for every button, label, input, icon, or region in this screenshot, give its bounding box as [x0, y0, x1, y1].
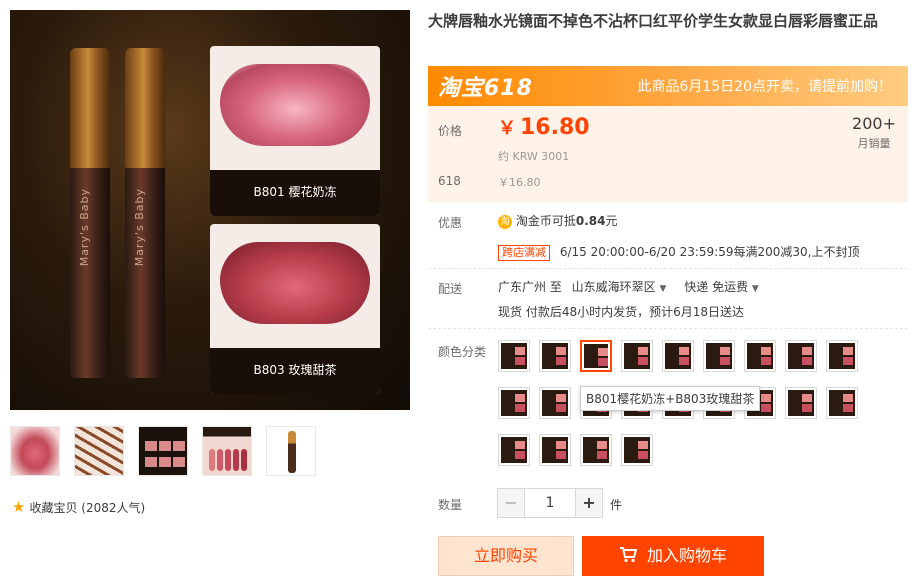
quantity-stepper: − + — [497, 488, 603, 518]
thumbnail[interactable] — [202, 426, 252, 476]
sku-label: 颜色分类 — [438, 345, 487, 359]
add-to-cart-button[interactable]: 加入购物车 — [582, 536, 764, 576]
buy-now-button[interactable]: 立即购买 — [438, 536, 574, 576]
thumbnail[interactable] — [138, 426, 188, 476]
decrease-button[interactable]: − — [497, 488, 525, 518]
sku-option[interactable] — [826, 387, 858, 419]
brand-text: Mary's Baby — [78, 188, 91, 267]
lipstick-tube-right: Mary's Baby — [125, 48, 165, 378]
promo-notice: 此商品6月15日20点开卖，请提前加购！ — [637, 79, 892, 95]
orig-price: ￥16.80 — [498, 176, 541, 189]
cross-store-tag[interactable]: 跨店满减 — [498, 245, 550, 261]
brand-text: Mary's Baby — [133, 188, 146, 267]
thumbnail[interactable] — [10, 426, 60, 476]
price-label: 价格 — [438, 124, 463, 138]
chevron-down-icon: ▼ — [751, 284, 759, 294]
sku-option[interactable] — [580, 340, 612, 372]
coin-offer: 淘 淘金币可抵0.84元 — [498, 212, 898, 229]
sku-option[interactable] — [498, 434, 530, 466]
lips-swatch-image — [220, 242, 370, 324]
swatch-label: B801 樱花奶冻 — [253, 185, 337, 199]
shipping-label: 配送 — [438, 282, 463, 296]
main-product-image[interactable]: Mary's Baby Mary's Baby B801 樱花奶冻 B803 玫… — [10, 10, 410, 410]
sku-option[interactable] — [826, 340, 858, 372]
favorite-text: 收藏宝贝 (2082人气) — [29, 501, 146, 515]
sku-option[interactable] — [785, 387, 817, 419]
thumbnail[interactable] — [74, 426, 124, 476]
chevron-down-icon: ▼ — [659, 284, 667, 294]
favorite-link[interactable]: ★ 收藏宝贝 (2082人气) — [12, 499, 145, 516]
lipstick-tube-left: Mary's Baby — [70, 48, 110, 378]
promo-banner: 淘宝618 此商品6月15日20点开卖，请提前加购！ — [428, 66, 908, 106]
thumbnail-strip — [10, 426, 316, 476]
sku-option[interactable] — [539, 434, 571, 466]
shipping-route: 广东广州 至 山东威海环翠区 ▼ 快递 免运费 ▼ — [498, 280, 759, 294]
quantity-unit: 件 — [610, 498, 623, 512]
sku-option[interactable] — [785, 340, 817, 372]
sku-option[interactable] — [539, 340, 571, 372]
sku-option[interactable] — [703, 340, 735, 372]
monthly-sales: 200+ 月销量 — [852, 114, 896, 150]
sku-tooltip: B801樱花奶冻+B803玫瑰甜茶 — [580, 386, 761, 411]
price-krw: 约 KRW 3001 — [498, 150, 570, 163]
taobao-618-logo: 淘宝618 — [438, 76, 533, 101]
sku-option[interactable] — [580, 434, 612, 466]
price-box: 价格 ￥ 16.80 约 KRW 3001 618 ￥16.80 200+ 月销量 — [428, 106, 908, 202]
coin-icon: 淘 — [498, 214, 512, 229]
sku-option[interactable] — [621, 340, 653, 372]
product-title: 大牌唇釉水光镜面不掉色不沾杯口红平价学生女款显白唇彩唇蜜正品 — [428, 12, 879, 30]
sku-option[interactable] — [498, 340, 530, 372]
thumbnail[interactable] — [266, 426, 316, 476]
increase-button[interactable]: + — [575, 488, 603, 518]
price-value: ￥ 16.80 — [498, 115, 590, 140]
sku-option[interactable] — [539, 387, 571, 419]
swatch-label: B803 玫瑰甜茶 — [253, 363, 337, 377]
destination-select[interactable]: 山东威海环翠区 ▼ — [572, 280, 667, 294]
discount-label: 优惠 — [438, 216, 463, 230]
star-icon: ★ — [12, 498, 26, 516]
delivery-method-select[interactable]: 快递 免运费 ▼ — [684, 280, 759, 294]
lips-swatch-image — [220, 64, 370, 146]
sku-option[interactable] — [662, 340, 694, 372]
cross-store-offer: 跨店满减 6/15 20:00:00-6/20 23:59:59每满200减30… — [498, 243, 898, 261]
product-page: Mary's Baby Mary's Baby B801 樱花奶冻 B803 玫… — [0, 0, 914, 583]
swatch-panel-b801: B801 樱花奶冻 — [210, 46, 380, 216]
sku-option[interactable] — [498, 387, 530, 419]
cart-icon — [619, 536, 638, 576]
quantity-label: 数量 — [438, 498, 463, 512]
shipping-note: 现货 付款后48小时内发货，预计6月18日送达 — [498, 305, 744, 319]
quantity-input[interactable] — [525, 488, 575, 518]
swatch-panel-b803: B803 玫瑰甜茶 — [210, 224, 380, 394]
offer-rule: 6/15 20:00:00-6/20 23:59:59每满200减30,上不封顶 — [559, 245, 860, 259]
sku-option[interactable] — [744, 340, 776, 372]
sku-option[interactable] — [621, 434, 653, 466]
orig-price-label: 618 — [438, 174, 461, 188]
